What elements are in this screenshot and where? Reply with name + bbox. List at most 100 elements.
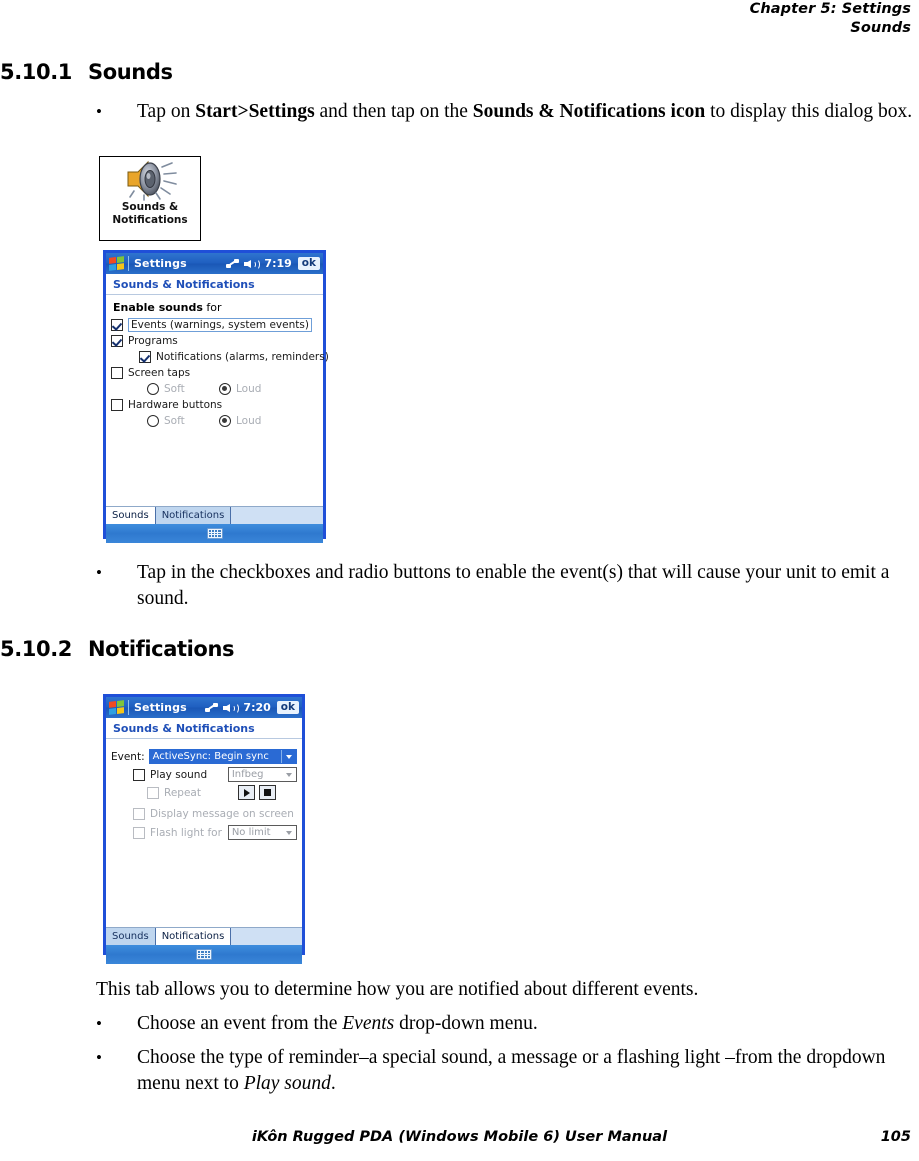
radio-loud-hardware-buttons[interactable] [219,415,231,427]
pda-screenshot-notifications-tab: Settings 7:20 ok Sounds & Notifications … [103,694,305,964]
checkbox-screen-taps[interactable] [111,367,123,379]
display-message-row[interactable]: Display message on screen [133,808,297,820]
checkbox-row-programs[interactable]: Programs [111,333,318,349]
windows-flag-icon[interactable] [109,256,124,271]
checkbox-events[interactable] [111,319,123,331]
label-flash-light[interactable]: Flash light for [150,827,228,839]
keyboard-icon[interactable] [206,528,223,539]
titlebar-status-icons: 7:20 [205,701,271,714]
tabbar-filler [231,507,323,524]
label-repeat[interactable]: Repeat [164,787,238,799]
radio-label-soft-hardware-buttons[interactable]: Soft [164,415,185,427]
checkbox-label-programs[interactable]: Programs [128,335,178,347]
tab-sounds[interactable]: Sounds [106,928,156,945]
play-icon [243,788,250,797]
speaker-sound-icon [100,157,200,201]
label-display-message[interactable]: Display message on screen [150,808,294,820]
checkbox-label-hardware-buttons[interactable]: Hardware buttons [128,399,222,411]
windows-flag-icon[interactable] [109,700,124,715]
bullet-marker: • [96,563,102,582]
pda-notifications-app-title: Settings [134,701,187,714]
tab-notifications[interactable]: Notifications [155,507,232,524]
radio-slot-soft-screen-taps[interactable]: Soft [147,383,219,395]
radio-soft-hardware-buttons[interactable] [147,415,159,427]
flash-light-dropdown[interactable]: No limit [227,825,297,840]
sound-dropdown[interactable]: Infbeg [227,767,297,782]
titlebar-divider [128,256,129,271]
event-label: Event: [111,750,145,763]
event-select-row[interactable]: Event: ActiveSync: Begin sync [111,749,297,764]
pda-notifications-ok-button[interactable]: ok [276,701,299,714]
checkbox-hardware-buttons[interactable] [111,399,123,411]
page-footer: iKôn Rugged PDA (Windows Mobile 6) User … [0,1129,919,1153]
chevron-down-icon[interactable] [280,750,296,763]
radio-slot-soft-hardware-buttons[interactable]: Soft [147,415,219,427]
checkbox-label-events[interactable]: Events (warnings, system events) [128,318,312,332]
bullet4-text: Choose the type of reminder–a special so… [137,1045,919,1096]
checkbox-notifications[interactable] [139,351,151,363]
checkbox-display-message[interactable] [133,808,145,820]
pda-notifications-clock[interactable]: 7:20 [243,701,270,714]
icon-label-line2: Notifications [112,213,188,226]
radio-row-hardware-buttons[interactable]: Soft Loud [147,413,318,429]
checkbox-repeat[interactable] [147,786,159,799]
flash-light-dropdown-value: No limit [231,827,271,838]
pda-screenshot-sounds-tab: Settings 7:19 ok Sounds & Notifications … [103,250,329,543]
pda-sounds-softkey-bar [106,524,323,543]
repeat-row[interactable]: Repeat [147,785,297,800]
flash-light-row[interactable]: Flash light for No limit [133,825,297,840]
heading-number: 5.10.1 [0,60,73,84]
checkbox-play-sound[interactable] [133,768,145,781]
checkbox-row-screen-taps[interactable]: Screen taps [111,365,318,381]
chevron-down-icon[interactable] [282,826,296,839]
checkbox-row-notifications[interactable]: Notifications (alarms, reminders) [139,349,329,365]
speaker-icon[interactable] [223,702,240,714]
radio-label-loud-screen-taps[interactable]: Loud [236,383,261,395]
label-play-sound[interactable]: Play sound [150,769,228,781]
checkbox-flash-light[interactable] [133,826,145,839]
chevron-down-icon[interactable] [282,768,296,781]
bullet1-bold-sounds-icon: Sounds & Notifications icon [472,101,706,122]
radio-slot-loud-hardware-buttons[interactable]: Loud [219,415,291,427]
keyboard-icon[interactable] [196,949,212,960]
play-sound-row[interactable]: Play sound Infbeg [133,767,297,782]
pda-notifications-subtitle: Sounds & Notifications [106,718,302,739]
checkbox-label-screen-taps[interactable]: Screen taps [128,367,190,379]
event-dropdown-value: ActiveSync: Begin sync [152,751,269,762]
footer-title: iKôn Rugged PDA (Windows Mobile 6) User … [251,1129,668,1145]
stop-button[interactable] [259,785,276,800]
checkbox-row-hardware-buttons[interactable]: Hardware buttons [111,397,318,413]
event-dropdown[interactable]: ActiveSync: Begin sync [148,749,297,764]
heading-number: 5.10.2 [0,637,73,661]
pda-sounds-body: Enable sounds for Events (warnings, syst… [106,295,329,506]
radio-label-loud-hardware-buttons[interactable]: Loud [236,415,261,427]
tab-notifications[interactable]: Notifications [155,928,232,945]
enable-sounds-rest: for [202,301,222,314]
bullet4-italic-play-sound: Play sound [243,1072,331,1094]
pda-notifications-tabbar: Sounds Notifications [106,927,302,945]
radio-row-screen-taps[interactable]: Soft Loud [147,381,318,397]
heading-title: Notifications [88,637,235,661]
radio-soft-screen-taps[interactable] [147,383,159,395]
speaker-icon[interactable] [244,258,261,270]
bullet2-text: Tap in the checkboxes and radio buttons … [137,562,890,609]
radio-slot-loud-screen-taps[interactable]: Loud [219,383,291,395]
header-section: Sounds [850,20,911,36]
tab-sounds[interactable]: Sounds [106,507,156,524]
checkbox-label-notifications[interactable]: Notifications (alarms, reminders) [156,351,329,363]
bullet4-part2: . [330,1072,336,1094]
pda-sounds-clock[interactable]: 7:19 [264,257,291,270]
bullet1-part1: Tap on [137,101,196,122]
checkbox-row-events[interactable]: Events (warnings, system events) [111,317,318,333]
play-button[interactable] [238,785,255,800]
bullet-choose-event: • Choose an event from the Events drop-d… [96,1011,919,1037]
pda-sounds-tabbar: Sounds Notifications [106,506,323,524]
connectivity-icon[interactable] [226,258,240,269]
connectivity-icon[interactable] [205,702,219,713]
radio-label-soft-screen-taps[interactable]: Soft [164,383,185,395]
checkbox-programs[interactable] [111,335,123,347]
radio-loud-screen-taps[interactable] [219,383,231,395]
pda-sounds-ok-button[interactable]: ok [297,257,320,270]
pda-sounds-titlebar: Settings 7:19 ok [106,253,323,274]
footer-page-number: 105 [880,1129,911,1145]
